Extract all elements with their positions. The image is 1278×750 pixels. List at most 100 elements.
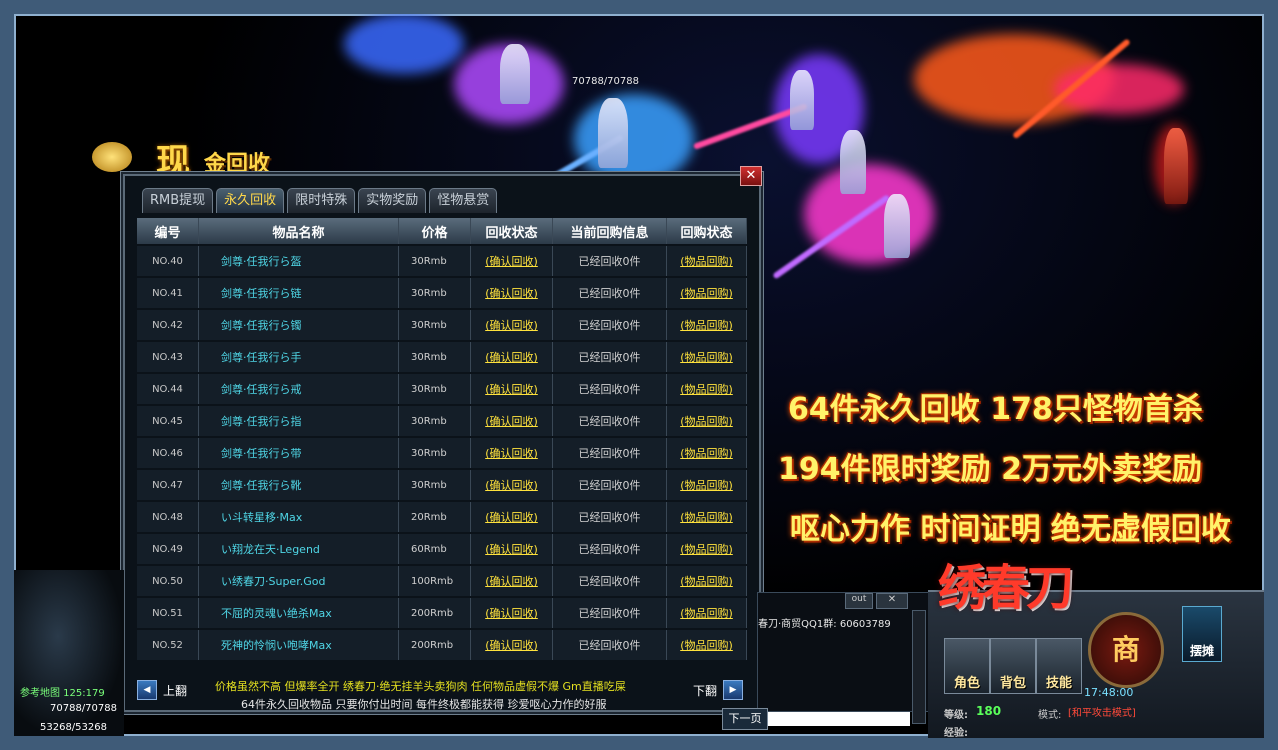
item-buyback-link[interactable]: (物品回购) bbox=[667, 310, 747, 340]
table-row: NO.52 死神的怜悯い咆哮Max 200Rmb (确认回收) 已经回收0件 (物品回购) bbox=[137, 630, 747, 660]
tab-limited-special[interactable]: 限时特殊 bbox=[287, 188, 356, 213]
item-name: 剑尊·任我行ら手 bbox=[199, 342, 399, 372]
row-number: NO.40 bbox=[137, 246, 199, 276]
chat-scrollbar[interactable] bbox=[912, 610, 926, 724]
confirm-recycle-link[interactable]: (确认回收) bbox=[471, 246, 553, 276]
tab-physical-rewards[interactable]: 实物奖励 bbox=[358, 188, 427, 213]
recycle-table: 编号 物品名称 价格 回收状态 当前回购信息 回购状态 NO.40 剑尊·任我行ら… bbox=[137, 218, 747, 660]
skills-button[interactable]: 技能 bbox=[1036, 638, 1082, 694]
prev-page-icon[interactable]: ◀ bbox=[137, 680, 157, 700]
hp-readout: 70788/70788 bbox=[50, 703, 117, 714]
character-figure[interactable] bbox=[790, 70, 814, 130]
buyback-info: 已经回收0件 bbox=[553, 598, 667, 628]
table-header: 编号 物品名称 价格 回收状态 当前回购信息 回购状态 bbox=[137, 218, 747, 244]
bag-button-label: 背包 bbox=[999, 676, 1026, 691]
item-buyback-link[interactable]: (物品回购) bbox=[667, 502, 747, 532]
bag-button[interactable]: 背包 bbox=[990, 638, 1036, 694]
row-number: NO.47 bbox=[137, 470, 199, 500]
buyback-info: 已经回收0件 bbox=[553, 374, 667, 404]
character-figure[interactable] bbox=[840, 130, 866, 194]
tab-monster-bounty[interactable]: 怪物悬赏 bbox=[429, 188, 498, 213]
promo-line-1: 64件永久回收 178只怪物首杀 bbox=[788, 392, 1203, 427]
stall-button[interactable]: 摆摊 bbox=[1182, 606, 1222, 662]
item-buyback-link[interactable]: (物品回购) bbox=[667, 342, 747, 372]
pager: ◀ 上翻 价格虽然不高 但爆率全开 绣春刀·绝无挂羊头卖狗肉 任何物品虚假不爆 … bbox=[137, 676, 747, 711]
confirm-recycle-link[interactable]: (确认回收) bbox=[471, 470, 553, 500]
item-price: 100Rmb bbox=[399, 566, 471, 596]
exp-label: 经验: bbox=[944, 728, 968, 739]
confirm-recycle-link[interactable]: (确认回收) bbox=[471, 534, 553, 564]
item-buyback-link[interactable]: (物品回购) bbox=[667, 470, 747, 500]
buyback-info: 已经回收0件 bbox=[553, 406, 667, 436]
character-figure[interactable] bbox=[598, 98, 628, 168]
confirm-recycle-link[interactable]: (确认回收) bbox=[471, 374, 553, 404]
item-buyback-link[interactable]: (物品回购) bbox=[667, 406, 747, 436]
table-body: NO.40 剑尊·任我行ら盔 30Rmb (确认回收) 已经回收0件 (物品回购) NO.4… bbox=[137, 246, 747, 660]
tab-rmb-withdraw[interactable]: RMB提现 bbox=[142, 188, 214, 213]
confirm-recycle-link[interactable]: (确认回收) bbox=[471, 342, 553, 372]
attack-mode[interactable]: [和平攻击模式] bbox=[1068, 704, 1136, 719]
next-page-button[interactable]: 下一页 bbox=[722, 708, 768, 730]
buyback-info: 已经回收0件 bbox=[553, 310, 667, 340]
chat-out-button[interactable]: out bbox=[845, 593, 873, 609]
row-number: NO.49 bbox=[137, 534, 199, 564]
next-page-icon[interactable]: ▶ bbox=[723, 680, 743, 700]
character-figure[interactable] bbox=[884, 194, 910, 258]
column-header-recycle: 回收状态 bbox=[471, 218, 553, 244]
character-figure[interactable] bbox=[500, 44, 530, 104]
item-price: 30Rmb bbox=[399, 406, 471, 436]
character-button[interactable]: 角色 bbox=[944, 638, 990, 694]
item-buyback-link[interactable]: (物品回购) bbox=[667, 246, 747, 276]
confirm-recycle-link[interactable]: (确认回收) bbox=[471, 406, 553, 436]
row-number: NO.46 bbox=[137, 438, 199, 468]
monster-figure[interactable] bbox=[1164, 128, 1188, 204]
confirm-recycle-link[interactable]: (确认回收) bbox=[471, 630, 553, 660]
table-row: NO.40 剑尊·任我行ら盔 30Rmb (确认回收) 已经回收0件 (物品回购) bbox=[137, 246, 747, 276]
mp-readout: 53268/53268 bbox=[40, 722, 107, 733]
item-name: 剑尊·任我行ら指 bbox=[199, 406, 399, 436]
character-button-label: 角色 bbox=[953, 676, 980, 691]
confirm-recycle-link[interactable]: (确认回收) bbox=[471, 598, 553, 628]
item-price: 60Rmb bbox=[399, 534, 471, 564]
confirm-recycle-link[interactable]: (确认回收) bbox=[471, 566, 553, 596]
item-buyback-link[interactable]: (物品回购) bbox=[667, 566, 747, 596]
confirm-recycle-link[interactable]: (确认回收) bbox=[471, 310, 553, 340]
table-row: NO.47 剑尊·任我行ら靴 30Rmb (确认回收) 已经回收0件 (物品回购) bbox=[137, 470, 747, 500]
prev-page-label[interactable]: 上翻 bbox=[163, 682, 187, 699]
shop-button[interactable]: 商 bbox=[1088, 612, 1164, 688]
item-buyback-link[interactable]: (物品回购) bbox=[667, 278, 747, 308]
confirm-recycle-link[interactable]: (确认回收) bbox=[471, 502, 553, 532]
recycle-panel: RMB提现 永久回收 限时特殊 实物奖励 怪物悬赏 编号 物品名称 价格 回收状… bbox=[123, 174, 761, 712]
column-header-name: 物品名称 bbox=[199, 218, 399, 244]
item-price: 20Rmb bbox=[399, 502, 471, 532]
notice-line-2: 64件永久回收物品 只要你付出时间 每件终极都能获得 珍爱呕心力作的好服 bbox=[241, 698, 607, 711]
item-buyback-link[interactable]: (物品回购) bbox=[667, 374, 747, 404]
column-header-no: 编号 bbox=[137, 218, 199, 244]
game-logo: 绣春刀 bbox=[938, 560, 1074, 616]
tab-permanent-recycle[interactable]: 永久回收 bbox=[216, 188, 285, 213]
item-name: 剑尊·任我行ら戒 bbox=[199, 374, 399, 404]
confirm-recycle-link[interactable]: (确认回收) bbox=[471, 278, 553, 308]
buyback-info: 已经回收0件 bbox=[553, 566, 667, 596]
item-name: 剑尊·任我行ら盔 bbox=[199, 246, 399, 276]
item-buyback-link[interactable]: (物品回购) bbox=[667, 630, 747, 660]
table-row: NO.42 剑尊·任我行ら镯 30Rmb (确认回收) 已经回收0件 (物品回购) bbox=[137, 310, 747, 340]
close-button[interactable]: ✕ bbox=[740, 166, 762, 186]
item-buyback-link[interactable]: (物品回购) bbox=[667, 598, 747, 628]
item-price: 30Rmb bbox=[399, 470, 471, 500]
buyback-info: 已经回收0件 bbox=[553, 534, 667, 564]
chat-input[interactable] bbox=[760, 712, 910, 726]
chat-close-button[interactable]: ✕ bbox=[876, 593, 908, 609]
item-price: 30Rmb bbox=[399, 246, 471, 276]
confirm-recycle-link[interactable]: (确认回收) bbox=[471, 438, 553, 468]
item-name: 剑尊·任我行ら带 bbox=[199, 438, 399, 468]
level-value: 180 bbox=[976, 704, 1002, 718]
table-row: NO.46 剑尊·任我行ら带 30Rmb (确认回收) 已经回收0件 (物品回购) bbox=[137, 438, 747, 468]
level-label: 等级: bbox=[944, 710, 968, 721]
item-buyback-link[interactable]: (物品回购) bbox=[667, 438, 747, 468]
item-buyback-link[interactable]: (物品回购) bbox=[667, 534, 747, 564]
column-header-price: 价格 bbox=[399, 218, 471, 244]
next-page-label[interactable]: 下翻 bbox=[693, 682, 717, 699]
game-clock: 17:48:00 bbox=[1084, 686, 1134, 699]
column-header-buyback: 回购状态 bbox=[667, 218, 747, 244]
